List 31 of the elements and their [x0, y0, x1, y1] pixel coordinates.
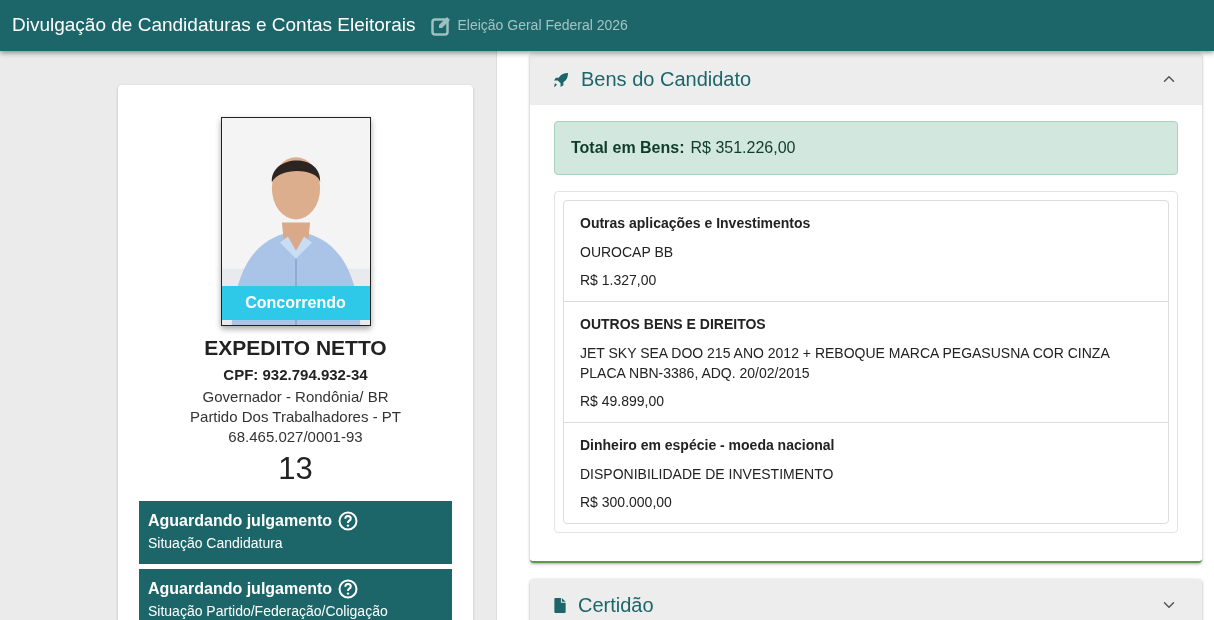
status-badge: Concorrendo: [221, 286, 370, 320]
edit-icon: [431, 15, 452, 36]
asset-description: OUROCAP BB: [580, 243, 675, 262]
section-header[interactable]: Bens do Candidato: [530, 53, 1202, 105]
asset-description: DISPONIBILIDADE DE INVESTIMENTO: [580, 465, 835, 484]
asset-value: R$ 1.327,00: [580, 271, 658, 290]
asset-value: R$ 300.000,00: [580, 493, 673, 512]
app-title: Divulgação de Candidaturas e Contas Eleitorais: [12, 13, 416, 38]
situation-value: Aguardando julgamento: [148, 578, 332, 599]
section-header[interactable]: Certidão: [530, 579, 1202, 620]
help-icon[interactable]: [338, 578, 358, 599]
situation-value: Aguardando julgamento: [148, 510, 332, 531]
total-value: R$ 351.226,00: [690, 138, 796, 158]
asset-description: JET SKY SEA DOO 215 ANO 2012 + REBOQUE MARCA PEGASUSNA COR CINZA PLACA NBN-3386, ADQ. 20/02/2015: [580, 344, 1111, 383]
total-label: Total em Bens:: [571, 138, 685, 158]
candidate-party: Partido Dos Trabalhadores - PT: [190, 406, 401, 427]
party-cnpj: 68.465.027/0001-93: [228, 426, 363, 447]
candidate-number: 13: [278, 449, 313, 488]
asset-value: R$ 49.899,00: [580, 392, 666, 411]
candidate-name: EXPEDITO NETTO: [204, 335, 387, 361]
asset-type: Outras aplicações e Investimentos: [580, 214, 812, 233]
situation-label: Situação Candidatura: [148, 533, 284, 553]
candidate-cpf: CPF: 932.794.932-34: [223, 365, 368, 385]
asset-type: OUTROS BENS E DIREITOS: [580, 315, 767, 334]
situation-label: Situação Partido/Federação/Coligação: [148, 601, 389, 620]
asset-type: Dinheiro em espécie - moeda nacional: [580, 436, 836, 455]
help-icon[interactable]: [338, 510, 358, 531]
election-name: Eleição Geral Federal 2026: [457, 16, 628, 35]
candidate-office: Governador - Rondônia/ BR: [202, 386, 389, 407]
document-icon: [554, 597, 566, 613]
rocket-icon: [554, 71, 569, 87]
